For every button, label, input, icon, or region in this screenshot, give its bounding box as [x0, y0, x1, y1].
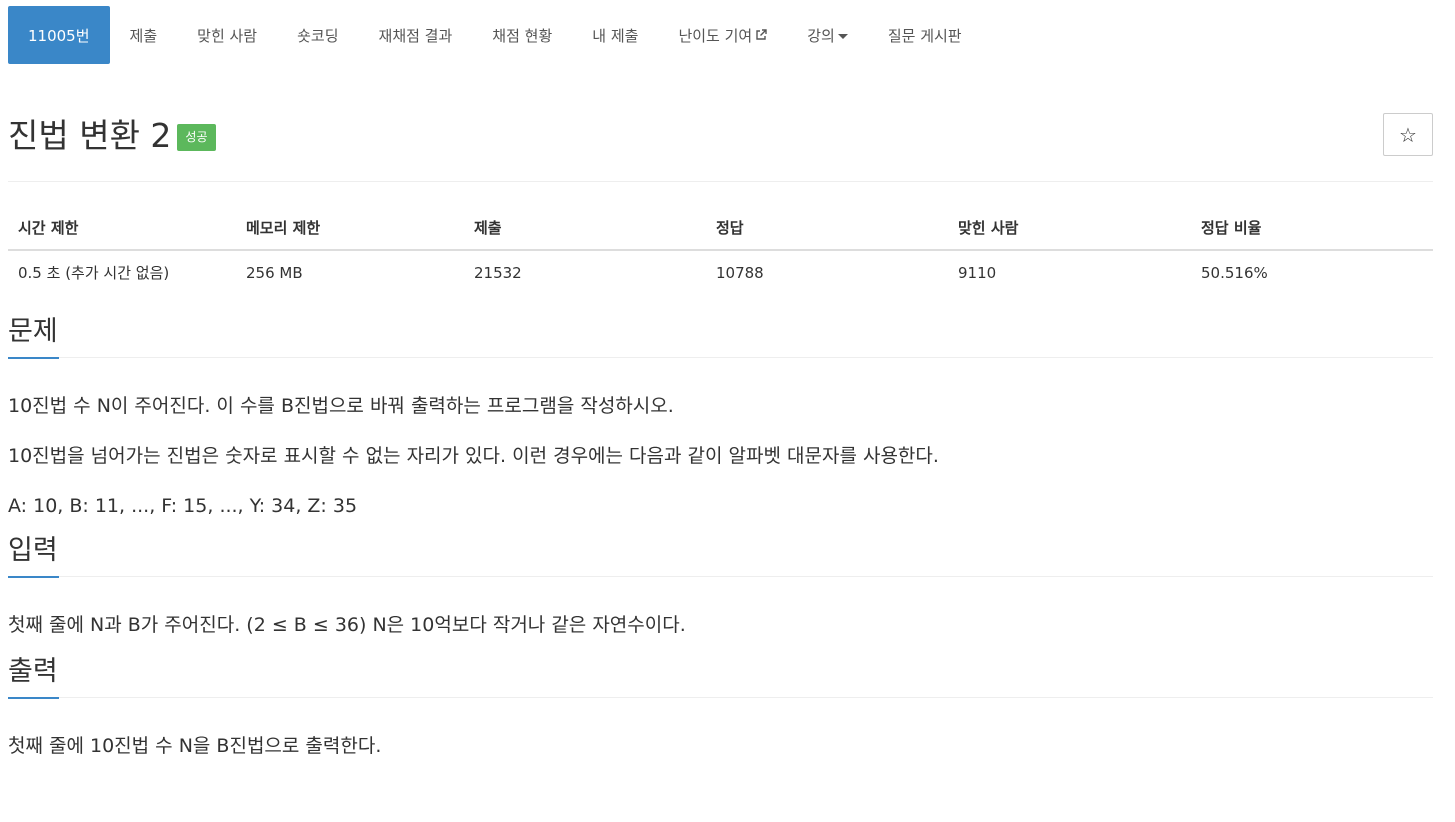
tab-label: 숏코딩	[297, 26, 339, 45]
section-heading: 문제	[8, 314, 1433, 359]
tab-label: 내 제출	[592, 26, 639, 45]
input-paragraph: 첫째 줄에 N과 B가 주어진다. (2 ≤ B ≤ 36) N은 10억보다 …	[8, 614, 686, 636]
section-title: 출력	[8, 656, 58, 687]
section-output: 출력 첫째 줄에 10진법 수 N을 B진법으로 출력한다.	[8, 654, 1433, 759]
header-time-limit: 시간 제한	[8, 206, 236, 251]
tab-label: 제출	[129, 26, 158, 45]
tab-difficulty-contribution[interactable]: 난이도 기여	[658, 6, 787, 64]
section-underline	[8, 697, 59, 699]
cell-accept-ratio: 50.516%	[1201, 263, 1268, 282]
section-heading: 출력	[8, 654, 1433, 699]
output-paragraph: 첫째 줄에 10진법 수 N을 B진법으로 출력한다.	[8, 735, 382, 757]
header-submissions: 제출	[464, 206, 706, 251]
header-accept-ratio: 정답 비율	[1191, 206, 1433, 251]
tab-solved-users[interactable]: 맞힌 사람	[177, 6, 277, 64]
problem-page: 11005번 제출 맞힌 사람 숏코딩 재채점 결과 채점 현황 내 제출 난이…	[0, 6, 1455, 822]
section-input: 입력 첫째 줄에 N과 B가 주어진다. (2 ≤ B ≤ 36) N은 10억…	[8, 533, 1433, 638]
table-header-row: 시간 제한 메모리 제한 제출 정답 맞힌 사람 정답 비율	[8, 206, 1433, 251]
tab-label: 재채점 결과	[378, 26, 453, 45]
tab-judge-status[interactable]: 채점 현황	[472, 6, 572, 64]
header-accepted: 정답	[706, 206, 948, 251]
problem-nav-tabs: 11005번 제출 맞힌 사람 숏코딩 재채점 결과 채점 현황 내 제출 난이…	[8, 6, 1433, 64]
description-paragraph: 10진법 수 N이 주어진다. 이 수를 B진법으로 바꿔 출력하는 프로그램을…	[8, 395, 674, 417]
section-description: 문제 10진법 수 N이 주어진다. 이 수를 B진법으로 바꿔 출력하는 프로…	[8, 314, 1433, 519]
tab-rejudge-results[interactable]: 재채점 결과	[359, 6, 473, 64]
table-row: 0.5 초 (추가 시간 없음) 256 MB 21532 10788 9110…	[8, 250, 1433, 294]
tab-label: 난이도 기여	[678, 26, 753, 45]
problem-title-line: 진법 변환 2 성공	[8, 116, 216, 156]
cell-memory-limit: 256 MB	[246, 263, 303, 282]
tab-problem-number[interactable]: 11005번	[8, 6, 110, 64]
tab-label: 맞힌 사람	[197, 26, 258, 45]
problem-title: 진법 변환 2	[8, 116, 172, 155]
problem-info-table: 시간 제한 메모리 제한 제출 정답 맞힌 사람 정답 비율 0.5 초 (추가…	[8, 206, 1433, 294]
caret-down-icon	[837, 33, 848, 39]
tab-submit[interactable]: 제출	[110, 6, 178, 64]
status-badge: 성공	[177, 124, 216, 151]
cell-solved-users: 9110	[958, 263, 997, 282]
section-heading: 입력	[8, 533, 1433, 578]
problem-header: 진법 변환 2 성공 ☆	[8, 64, 1433, 182]
star-outline-icon: ☆	[1399, 122, 1417, 147]
external-link-icon	[756, 29, 767, 40]
tab-label: 11005번	[28, 26, 90, 45]
section-underline	[8, 357, 59, 359]
tab-my-submissions[interactable]: 내 제출	[572, 6, 658, 64]
section-title: 입력	[8, 535, 58, 566]
tab-question-board[interactable]: 질문 게시판	[868, 6, 982, 64]
cell-time-limit: 0.5 초 (추가 시간 없음)	[18, 264, 170, 282]
tab-short-coding[interactable]: 숏코딩	[277, 6, 358, 64]
description-paragraph: A: 10, B: 11, ..., F: 15, ..., Y: 34, Z:…	[8, 495, 358, 517]
tab-label: 강의	[807, 26, 835, 45]
tab-label: 질문 게시판	[887, 26, 962, 45]
header-memory-limit: 메모리 제한	[236, 206, 464, 251]
section-underline	[8, 576, 59, 578]
cell-accepted: 10788	[716, 263, 764, 282]
tab-label: 채점 현황	[492, 26, 553, 45]
section-title: 문제	[8, 316, 58, 347]
tab-lectures-dropdown[interactable]: 강의	[787, 6, 868, 64]
cell-submissions: 21532	[474, 263, 522, 282]
description-paragraph: 10진법을 넘어가는 진법은 숫자로 표시할 수 없는 자리가 있다. 이런 경…	[8, 445, 939, 467]
header-solved-users: 맞힌 사람	[948, 206, 1191, 251]
favorite-star-button[interactable]: ☆	[1383, 113, 1433, 156]
